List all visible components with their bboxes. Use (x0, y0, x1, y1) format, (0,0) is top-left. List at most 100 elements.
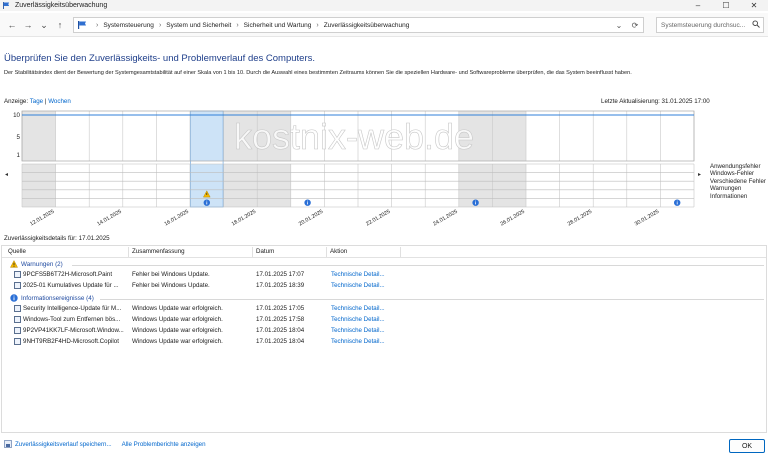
scroll-left-icon[interactable]: ◂ (5, 172, 8, 178)
breadcrumb-sicherheit-und-wartung[interactable]: Sicherheit und Wartung (244, 22, 312, 29)
search-placeholder: Systemsteuerung durchsuc... (661, 21, 746, 29)
ok-button[interactable]: OK (729, 439, 765, 453)
event-column (358, 164, 392, 207)
info-event-icon-dot (475, 200, 476, 202)
back-button[interactable]: ← (6, 19, 18, 31)
view-days-link[interactable]: Tage (30, 98, 43, 105)
table-row[interactable]: 9PCFS5B6T72H-Microsoft.Paint Fehler bei … (14, 270, 754, 280)
update-icon (14, 316, 21, 323)
legend-warnings: Warnungen (710, 185, 742, 193)
view-weeks-link[interactable]: Wochen (48, 98, 71, 105)
last-update: Letzte Aktualisierung: 31.01.2025 17:00 (601, 98, 710, 105)
event-column (122, 164, 157, 207)
technical-details-link[interactable]: Technische Detail... (331, 338, 385, 345)
technical-details-link[interactable]: Technische Detail... (331, 316, 385, 323)
reliability-chart-svg: 10 5 1 ◂ ▸ 12.01.2025 14.01.2025 16.01.2025 18.0… (5, 110, 701, 228)
table-row[interactable]: 9P2VP41KK7LF-Microsoft.Window... Windows… (14, 326, 754, 336)
window-title: Zuverlässigkeitsüberwachung (15, 2, 108, 9)
event-column (593, 164, 627, 207)
event-column (324, 164, 358, 207)
breadcrumb-separator: › (96, 21, 99, 29)
event-column (425, 164, 459, 207)
table-row[interactable]: Security Intelligence-Update für M... Wi… (14, 304, 754, 314)
save-history-link[interactable]: Zuverlässigkeitsverlauf speichern... (15, 441, 112, 448)
technical-details-link[interactable]: Technische Detail... (331, 327, 385, 334)
column-header-action[interactable]: Aktion (330, 248, 347, 255)
row-summary: Fehler bei Windows Update. (132, 271, 210, 278)
minimize-button[interactable]: – (684, 0, 712, 11)
row-date: 17.01.2025 17:05 (256, 305, 305, 312)
group-information-label: Informationsereignisse (4) (21, 294, 94, 302)
group-warnings-label: Warnungen (2) (21, 260, 63, 268)
row-date: 17.01.2025 18:04 (256, 338, 305, 345)
y-tick-label: 10 (13, 112, 20, 119)
row-source: 9PCFS5B6T72H-Microsoft.Paint (23, 271, 113, 278)
chart-column (89, 111, 123, 161)
up-button[interactable]: ↑ (54, 19, 66, 31)
event-column (89, 164, 123, 207)
technical-details-link[interactable]: Technische Detail... (331, 305, 385, 312)
group-information[interactable]: Informationsereignisse (4) (10, 294, 94, 302)
chart-column (526, 111, 560, 161)
table-header: Quelle Zusammenfassung Datum Aktion (2, 246, 766, 258)
row-date: 17.01.2025 17:07 (256, 271, 305, 278)
chart-column (190, 111, 224, 161)
column-header-summary[interactable]: Zusammenfassung (132, 248, 185, 255)
navigation-bar: ← → ⌄ ↑ › Systemsteuerung › System und S… (0, 13, 768, 37)
row-source: Security Intelligence-Update für M... (23, 305, 122, 312)
y-tick-label: 1 (17, 152, 21, 159)
event-column (526, 164, 560, 207)
event-legend: Anwendungsfehler Windows-Fehler Verschie… (710, 163, 766, 200)
technical-details-link[interactable]: Technische Detail... (331, 271, 385, 278)
info-event-icon-mark (307, 202, 308, 205)
chart-column (660, 111, 694, 161)
footer-links: Zuverlässigkeitsverlauf speichern... All… (4, 440, 206, 448)
row-date: 17.01.2025 18:39 (256, 282, 305, 289)
search-icon[interactable] (752, 20, 760, 28)
x-tick-label: 24.01.2025 (432, 209, 458, 228)
legend-windows-failures: Windows-Fehler (710, 170, 755, 178)
event-column (391, 164, 426, 207)
breadcrumb-system-und-sicherheit[interactable]: System und Sicherheit (166, 22, 231, 29)
row-source: Windows-Tool zum Entfernen bös... (23, 316, 121, 323)
info-event-icon-mark (676, 202, 678, 205)
x-tick-label: 18.01.2025 (231, 209, 257, 228)
table-row[interactable]: 2025-01 Kumulatives Update für ... Fehle… (14, 281, 754, 291)
table-row[interactable]: Windows-Tool zum Entfernen bös... Window… (14, 315, 754, 325)
details-table: Quelle Zusammenfassung Datum Aktion Warn… (1, 245, 767, 433)
warning-icon (10, 260, 18, 268)
chart-column (156, 111, 190, 161)
legend-misc-failures: Verschiedene Fehler (710, 177, 766, 185)
chart-column (626, 111, 661, 161)
address-bar[interactable]: › Systemsteuerung › System und Sicherhei… (73, 17, 644, 33)
column-header-date[interactable]: Datum (256, 248, 274, 255)
chevron-down-icon[interactable]: ⌄ (611, 21, 627, 30)
breadcrumb-separator: › (236, 21, 239, 29)
flag-icon (3, 2, 10, 9)
close-button[interactable]: ✕ (740, 0, 768, 11)
chart-column (593, 111, 627, 161)
maximize-button[interactable]: ☐ (712, 0, 740, 11)
breadcrumb-separator: › (316, 21, 319, 29)
column-header-source[interactable]: Quelle (8, 248, 26, 255)
all-problem-reports-link[interactable]: Alle Problemberichte anzeigen (122, 441, 206, 448)
warning-event-icon-mark (206, 192, 208, 195)
breadcrumb-systemsteuerung[interactable]: Systemsteuerung (103, 22, 154, 29)
scroll-right-icon[interactable]: ▸ (698, 172, 701, 178)
table-row[interactable]: 9NHT9RB2F4HD-Microsoft.Copilot Windows U… (14, 337, 754, 347)
search-input[interactable]: Systemsteuerung durchsuc... (656, 17, 764, 33)
info-event-icon-dot (206, 200, 208, 202)
x-tick-label: 14.01.2025 (96, 209, 122, 228)
row-summary: Windows Update war erfolgreich. (132, 338, 223, 345)
legend-application-failures: Anwendungsfehler (710, 163, 761, 170)
refresh-icon[interactable]: ⟳ (627, 21, 643, 30)
info-event-icon-mark (475, 202, 476, 205)
forward-button[interactable]: → (22, 19, 34, 31)
update-icon (14, 271, 21, 278)
group-warnings[interactable]: Warnungen (2) (10, 260, 63, 268)
row-date: 17.01.2025 18:04 (256, 327, 305, 334)
technical-details-link[interactable]: Technische Detail... (331, 282, 385, 289)
recent-locations-button[interactable]: ⌄ (38, 19, 50, 31)
reliability-chart[interactable]: 10 5 1 ◂ ▸ 12.01.2025 14.01.2025 16.01.2025 18.0… (4, 109, 710, 233)
breadcrumb-zuverlaessigkeitsueberwachung[interactable]: Zuverlässigkeitsüberwachung (324, 22, 410, 29)
